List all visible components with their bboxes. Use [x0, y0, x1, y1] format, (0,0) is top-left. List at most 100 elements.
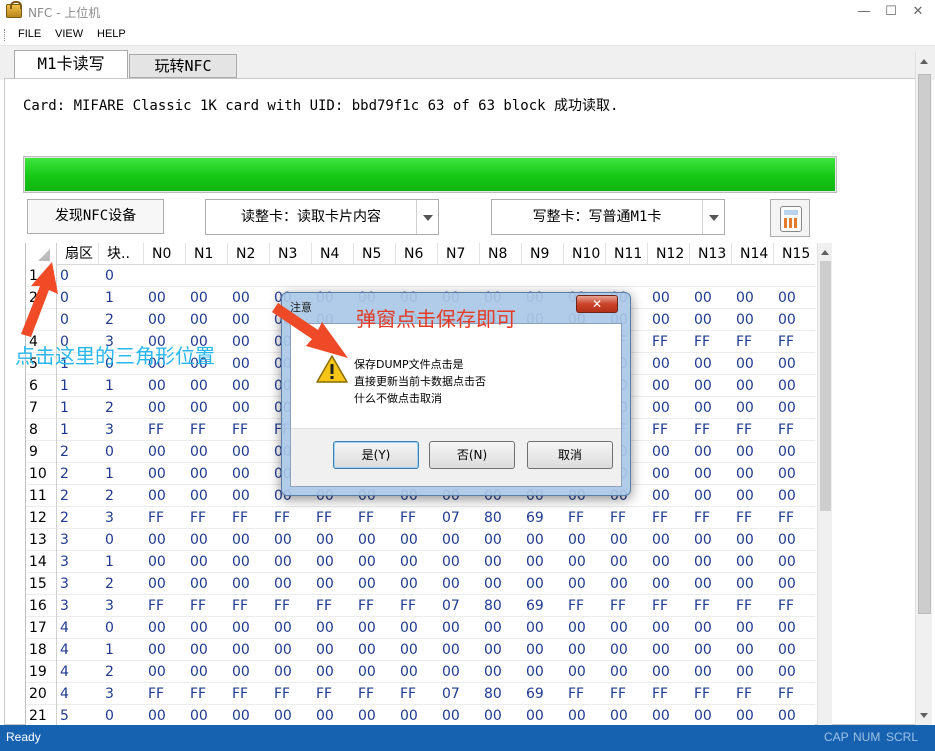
byte-cell[interactable]: FF — [148, 595, 164, 617]
block-cell[interactable]: 2 — [105, 661, 114, 683]
byte-cell[interactable]: 00 — [232, 639, 250, 661]
row-number[interactable]: 3 — [26, 309, 57, 331]
calculator-button[interactable] — [770, 199, 810, 237]
byte-cell[interactable]: FF — [652, 683, 668, 705]
table-row[interactable]: 19 4 2 00 00 00 00 00 00 00 00 00 00 00 00 00 00 00 00 — [26, 661, 815, 683]
byte-cell[interactable]: 00 — [526, 573, 544, 595]
grid-scrollbar[interactable] — [817, 243, 832, 725]
close-button[interactable]: ✕ — [906, 2, 930, 22]
block-cell[interactable]: 0 — [105, 617, 114, 639]
byte-cell[interactable]: FF — [400, 507, 416, 529]
menu-file[interactable]: FILE — [18, 28, 41, 40]
byte-cell[interactable]: 00 — [652, 529, 670, 551]
row-number[interactable]: 11 — [26, 485, 57, 507]
byte-cell[interactable]: 00 — [736, 573, 754, 595]
byte-cell[interactable]: 00 — [526, 639, 544, 661]
byte-cell[interactable]: 00 — [442, 529, 460, 551]
block-cell[interactable]: 0 — [105, 529, 114, 551]
byte-cell[interactable]: 00 — [232, 463, 250, 485]
byte-cell[interactable]: 00 — [148, 573, 166, 595]
table-row[interactable]: 13 3 0 00 00 00 00 00 00 00 00 00 00 00 00 00 00 00 00 — [26, 529, 815, 551]
byte-cell[interactable]: FF — [694, 331, 710, 353]
row-number[interactable]: 7 — [26, 397, 57, 419]
block-cell[interactable]: 0 — [105, 441, 114, 463]
byte-cell[interactable]: 00 — [694, 375, 712, 397]
byte-cell[interactable]: 00 — [652, 639, 670, 661]
row-number[interactable]: 9 — [26, 441, 57, 463]
byte-cell[interactable]: FF — [736, 419, 752, 441]
byte-cell[interactable]: 00 — [400, 661, 418, 683]
byte-cell[interactable]: 00 — [358, 551, 376, 573]
column-header[interactable]: N10 — [564, 243, 606, 265]
byte-cell[interactable]: 00 — [652, 397, 670, 419]
byte-cell[interactable]: 00 — [190, 573, 208, 595]
sector-cell[interactable]: 2 — [60, 485, 69, 507]
column-header[interactable]: N4 — [312, 243, 354, 265]
byte-cell[interactable]: 00 — [190, 309, 208, 331]
row-number[interactable]: 16 — [26, 595, 57, 617]
byte-cell[interactable]: FF — [274, 683, 290, 705]
byte-cell[interactable]: 00 — [736, 375, 754, 397]
byte-cell[interactable]: FF — [736, 595, 752, 617]
byte-cell[interactable]: 00 — [400, 639, 418, 661]
column-header[interactable]: N1 — [186, 243, 228, 265]
byte-cell[interactable]: 00 — [736, 309, 754, 331]
sector-cell[interactable]: 1 — [60, 375, 69, 397]
byte-cell[interactable]: 00 — [232, 551, 250, 573]
sector-cell[interactable]: 2 — [60, 463, 69, 485]
byte-cell[interactable]: 00 — [442, 551, 460, 573]
byte-cell[interactable]: 00 — [274, 617, 292, 639]
byte-cell[interactable]: FF — [232, 595, 248, 617]
byte-cell[interactable]: 00 — [274, 529, 292, 551]
byte-cell[interactable]: 00 — [568, 529, 586, 551]
byte-cell[interactable]: 00 — [232, 353, 250, 375]
byte-cell[interactable]: 69 — [526, 595, 544, 617]
byte-cell[interactable]: 00 — [610, 551, 628, 573]
byte-cell[interactable]: 00 — [400, 551, 418, 573]
byte-cell[interactable]: 00 — [526, 705, 544, 725]
table-row[interactable]: 18 4 1 00 00 00 00 00 00 00 00 00 00 00 00 00 00 00 00 — [26, 639, 815, 661]
byte-cell[interactable]: FF — [778, 595, 794, 617]
byte-cell[interactable]: 00 — [778, 375, 796, 397]
byte-cell[interactable]: FF — [694, 683, 710, 705]
byte-cell[interactable]: 00 — [778, 639, 796, 661]
table-row[interactable]: 21 5 0 00 00 00 00 00 00 00 00 00 00 00 00 00 00 00 00 — [26, 705, 815, 725]
byte-cell[interactable]: 00 — [400, 529, 418, 551]
byte-cell[interactable]: 00 — [148, 551, 166, 573]
table-row[interactable]: 17 4 0 00 00 00 00 00 00 00 00 00 00 00 00 00 00 00 00 — [26, 617, 815, 639]
sector-cell[interactable]: 3 — [60, 551, 69, 573]
grid-scroll-thumb[interactable] — [820, 261, 831, 511]
byte-cell[interactable]: 00 — [274, 639, 292, 661]
byte-cell[interactable]: FF — [190, 683, 206, 705]
window-scroll-thumb[interactable] — [918, 74, 931, 614]
byte-cell[interactable]: 00 — [232, 661, 250, 683]
byte-cell[interactable]: 00 — [316, 573, 334, 595]
column-header[interactable]: N14 — [732, 243, 774, 265]
byte-cell[interactable]: 00 — [190, 639, 208, 661]
byte-cell[interactable]: FF — [568, 507, 584, 529]
byte-cell[interactable]: 00 — [484, 705, 502, 725]
block-cell[interactable]: 0 — [105, 705, 114, 725]
table-row[interactable]: 16 3 3 FF FF FF FF FF FF FF 07 80 69 FF FF FF FF FF FF — [26, 595, 815, 617]
byte-cell[interactable]: 00 — [736, 705, 754, 725]
table-row[interactable]: 14 3 1 00 00 00 00 00 00 00 00 00 00 00 00 00 00 00 00 — [26, 551, 815, 573]
byte-cell[interactable]: 69 — [526, 507, 544, 529]
byte-cell[interactable]: FF — [274, 595, 290, 617]
column-header[interactable]: N12 — [648, 243, 690, 265]
column-header[interactable]: N0 — [144, 243, 186, 265]
byte-cell[interactable]: 00 — [694, 309, 712, 331]
row-number[interactable]: 6 — [26, 375, 57, 397]
byte-cell[interactable]: FF — [778, 683, 794, 705]
discover-nfc-button[interactable]: 发现NFC设备 — [27, 199, 164, 234]
byte-cell[interactable]: 00 — [232, 441, 250, 463]
byte-cell[interactable]: FF — [736, 683, 752, 705]
byte-cell[interactable]: 00 — [778, 485, 796, 507]
byte-cell[interactable]: 00 — [316, 661, 334, 683]
byte-cell[interactable]: 00 — [400, 617, 418, 639]
byte-cell[interactable]: 00 — [484, 573, 502, 595]
byte-cell[interactable]: 00 — [358, 529, 376, 551]
column-header[interactable]: 扇区 — [57, 243, 99, 265]
byte-cell[interactable]: FF — [778, 507, 794, 529]
byte-cell[interactable]: 00 — [778, 441, 796, 463]
block-cell[interactable]: 1 — [105, 639, 114, 661]
